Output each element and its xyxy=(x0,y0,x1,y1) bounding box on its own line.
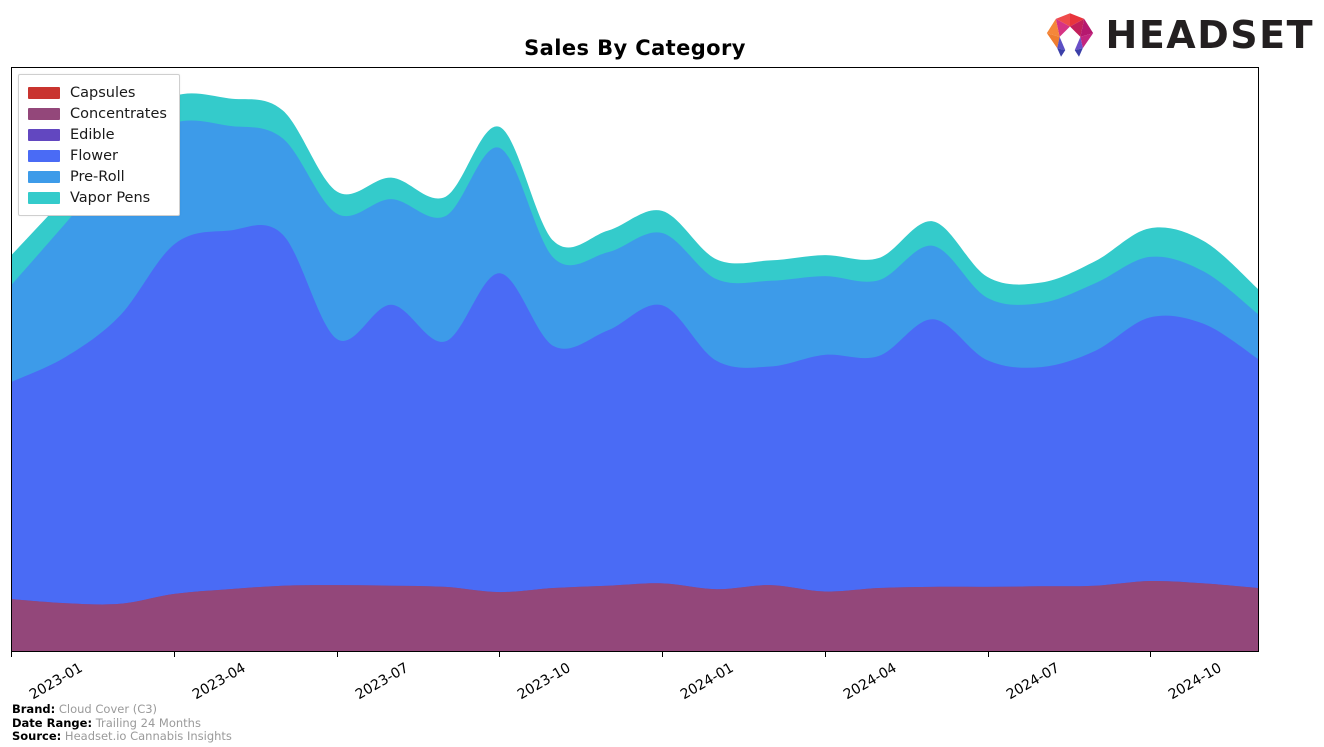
chart-plot-area xyxy=(11,67,1259,652)
x-axis-tick-label: 2023-07 xyxy=(352,660,412,704)
legend-item-label: Capsules xyxy=(70,84,136,101)
headset-hexagon-logo-icon xyxy=(1046,13,1093,57)
area-series-concentrates xyxy=(12,580,1258,651)
legend-item[interactable]: Vapor Pens xyxy=(28,187,167,208)
legend-color-swatch xyxy=(28,191,60,204)
legend-item[interactable]: Flower xyxy=(28,145,167,166)
x-axis-tick xyxy=(662,652,664,657)
x-axis-tick xyxy=(173,652,175,657)
x-axis-tick-label: 2023-01 xyxy=(26,660,86,704)
footer-value: Trailing 24 Months xyxy=(92,715,201,730)
legend-color-swatch xyxy=(28,149,60,162)
x-axis-tick-label: 2023-04 xyxy=(189,660,249,704)
footer-row: Date Range: Trailing 24 Months xyxy=(12,715,232,731)
footer-value: Headset.io Cannabis Insights xyxy=(61,729,232,743)
legend-color-swatch xyxy=(28,107,60,120)
chart-page: Sales By Category HEADSET 2023-01 2023-04… xyxy=(0,0,1324,747)
headset-logo: HEADSET xyxy=(1044,12,1314,58)
legend-color-swatch xyxy=(28,128,60,141)
x-axis-tick xyxy=(987,652,989,657)
x-axis-tick xyxy=(11,652,12,657)
x-axis-tick xyxy=(824,652,826,657)
legend-color-swatch xyxy=(28,170,60,183)
chart-legend: Capsules Concentrates Edible Flower Pre-Roll… xyxy=(18,74,180,216)
footer-value: Cloud Cover (C3) xyxy=(55,702,158,716)
legend-item[interactable]: Edible xyxy=(28,124,167,145)
footer-key: Date Range: xyxy=(12,715,93,730)
footer-row: Brand: Cloud Cover (C3) xyxy=(12,702,232,717)
legend-item[interactable]: Capsules xyxy=(28,82,167,103)
x-axis-tick xyxy=(1150,652,1152,657)
footer-row: Source: Headset.io Cannabis Insights xyxy=(12,729,232,744)
x-axis-tick-label: 2024-10 xyxy=(1166,660,1225,704)
legend-item[interactable]: Concentrates xyxy=(28,103,167,124)
legend-item-label: Concentrates xyxy=(70,105,167,122)
x-axis-tick xyxy=(499,652,501,657)
footer-key: Brand: xyxy=(12,702,56,716)
x-axis-tick-label: 2023-10 xyxy=(515,660,574,704)
footer-key: Source: xyxy=(12,729,62,743)
legend-item[interactable]: Pre-Roll xyxy=(28,166,167,187)
legend-item-label: Vapor Pens xyxy=(70,189,151,206)
x-axis-tick-label: 2024-04 xyxy=(840,660,900,704)
legend-item-label: Edible xyxy=(70,126,115,143)
x-axis-tick-label: 2024-01 xyxy=(677,660,737,704)
legend-item-label: Flower xyxy=(70,147,118,164)
logo-wordmark: HEADSET xyxy=(1105,13,1314,57)
stacked-area-chart xyxy=(12,93,1258,651)
x-axis-tick-label: 2024-07 xyxy=(1003,660,1063,704)
legend-color-swatch xyxy=(28,86,60,99)
chart-footer: Brand: Cloud Cover (C3) Date Range: Trail… xyxy=(12,702,232,744)
legend-item-label: Pre-Roll xyxy=(70,168,125,185)
x-axis-tick xyxy=(336,652,338,657)
